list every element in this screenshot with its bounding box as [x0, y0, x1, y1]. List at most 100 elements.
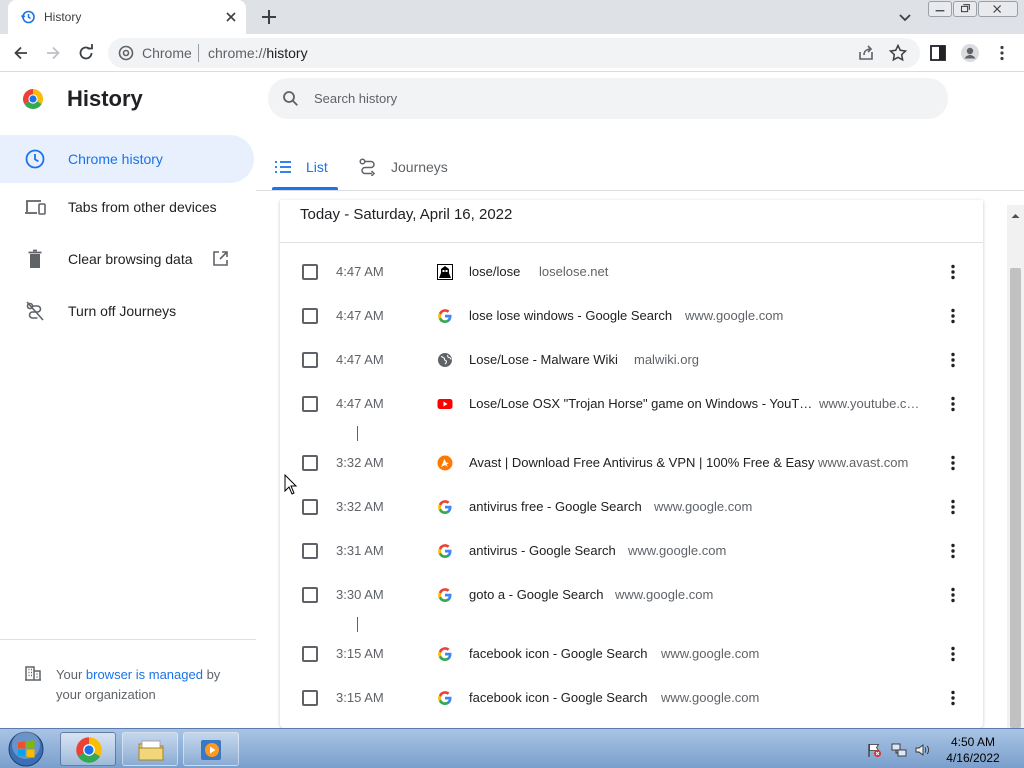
kebab-menu-icon[interactable] [992, 43, 1012, 63]
row-title[interactable]: Lose/Lose OSX "Trojan Horse" game on Win… [469, 396, 812, 411]
row-checkbox[interactable] [302, 690, 318, 706]
row-title[interactable]: goto a - Google Search [469, 587, 603, 602]
more-vert-icon[interactable] [944, 497, 962, 517]
sidebar-item-clear-browsing-data[interactable]: Clear browsing data [0, 235, 254, 283]
external-link-icon [213, 251, 228, 266]
history-row[interactable]: 3:15 AM facebook icon - Google Search ww… [280, 632, 983, 676]
row-domain: loselose.net [539, 264, 609, 279]
system-clock[interactable]: 4:50 AM 4/16/2022 [936, 734, 1010, 766]
row-checkbox[interactable] [302, 264, 318, 280]
history-row[interactable]: 3:15 AM facebook icon - Google Search ww… [280, 676, 983, 720]
history-row[interactable]: 4:47 AM lose/lose loselose.net [280, 250, 983, 294]
history-card: Today - Saturday, April 16, 2022 4:47 AM… [280, 200, 983, 728]
omnibox-separator [198, 44, 199, 62]
restore-button[interactable] [953, 1, 977, 17]
more-vert-icon[interactable] [944, 644, 962, 664]
managed-link[interactable]: browser is managed [86, 667, 203, 682]
url-text[interactable]: chrome://history [208, 45, 308, 61]
search-history-bar[interactable] [268, 78, 948, 119]
sidebar-item-label: Clear browsing data [68, 251, 193, 267]
row-checkbox[interactable] [302, 587, 318, 603]
history-row[interactable]: 4:47 AM Lose/Lose - Malware Wiki malwiki… [280, 338, 983, 382]
sidebar-item-label: Turn off Journeys [68, 303, 177, 319]
row-checkbox[interactable] [302, 646, 318, 662]
more-vert-icon[interactable] [944, 541, 962, 561]
action-center-flag-icon[interactable] [866, 742, 882, 758]
row-time: 4:47 AM [336, 264, 384, 279]
more-vert-icon[interactable] [944, 585, 962, 605]
sidebar-item-tabs-from-other-devices[interactable]: Tabs from other devices [0, 183, 254, 231]
share-icon[interactable] [856, 43, 876, 63]
close-icon[interactable] [222, 8, 240, 26]
devices-icon [25, 200, 46, 215]
row-title[interactable]: Lose/Lose - Malware Wiki [469, 352, 618, 367]
tab-list[interactable]: List [274, 150, 342, 190]
history-row[interactable]: 4:47 AM Lose/Lose OSX "Trojan Horse" gam… [280, 382, 983, 426]
row-title[interactable]: Avast | Download Free Antivirus & VPN | … [469, 455, 814, 470]
taskbar-media-player-button[interactable] [183, 732, 239, 766]
chevron-down-icon[interactable] [896, 8, 914, 26]
row-title[interactable]: lose/lose [469, 264, 520, 279]
history-row[interactable]: 3:32 AM antivirus free - Google Search w… [280, 485, 983, 529]
minimize-button[interactable] [928, 1, 952, 17]
more-vert-icon[interactable] [944, 453, 962, 473]
row-title[interactable]: antivirus - Google Search [469, 543, 616, 558]
row-checkbox[interactable] [302, 499, 318, 515]
row-checkbox[interactable] [302, 352, 318, 368]
row-title[interactable]: facebook icon - Google Search [469, 646, 648, 661]
managed-notice: Your browser is managed by your organiza… [56, 665, 246, 705]
folder-icon [138, 740, 164, 761]
row-time: 4:47 AM [336, 308, 384, 323]
clock-time: 4:50 AM [950, 735, 996, 749]
scroll-up-arrow-icon[interactable] [1007, 207, 1024, 224]
history-row[interactable]: 3:31 AM antivirus - Google Search www.go… [280, 529, 983, 573]
speaker-volume-icon[interactable] [914, 742, 930, 758]
search-icon [283, 91, 298, 106]
row-checkbox[interactable] [302, 308, 318, 324]
back-arrow-icon[interactable] [11, 43, 31, 63]
history-row[interactable]: 3:32 AM Avast | Download Free Antivirus … [280, 441, 983, 485]
side-panel-icon[interactable] [928, 43, 948, 63]
history-row[interactable]: 3:30 AM goto a - Google Search www.googl… [280, 573, 983, 617]
browser-tab-history[interactable]: History [8, 0, 246, 34]
clock-date: 4/16/2022 [946, 751, 1000, 765]
row-time: 3:31 AM [336, 543, 384, 558]
forward-arrow-icon[interactable] [43, 43, 63, 63]
star-bookmark-icon[interactable] [888, 43, 908, 63]
new-tab-plus-icon[interactable] [258, 6, 280, 28]
taskbar-chrome-button[interactable] [60, 732, 116, 766]
reload-icon[interactable] [76, 43, 96, 63]
date-header: Today - Saturday, April 16, 2022 [300, 206, 513, 223]
url-path: history [266, 45, 308, 61]
row-checkbox[interactable] [302, 396, 318, 412]
network-icon[interactable] [891, 742, 907, 758]
more-vert-icon[interactable] [944, 306, 962, 326]
scrollbar-thumb[interactable] [1010, 268, 1021, 728]
taskbar-explorer-button[interactable] [122, 732, 178, 766]
tab-journeys[interactable]: Journeys [359, 150, 459, 190]
row-domain: www.google.com [615, 587, 714, 602]
row-time: 3:15 AM [336, 690, 384, 705]
sidebar-item-chrome-history[interactable]: Chrome history [0, 135, 254, 183]
profile-avatar-icon[interactable] [960, 43, 980, 63]
more-vert-icon[interactable] [944, 350, 962, 370]
google-favicon-icon [438, 691, 452, 706]
more-vert-icon[interactable] [944, 262, 962, 282]
address-bar[interactable]: Chrome chrome://history [108, 38, 920, 68]
more-vert-icon[interactable] [944, 688, 962, 708]
row-title[interactable]: lose lose windows - Google Search [469, 308, 672, 323]
sidebar-item-turn-off-journeys[interactable]: Turn off Journeys [0, 287, 254, 335]
more-vert-icon[interactable] [944, 394, 962, 414]
row-title[interactable]: facebook icon - Google Search [469, 690, 648, 705]
row-checkbox[interactable] [302, 455, 318, 471]
search-history-input[interactable] [314, 88, 914, 108]
row-title[interactable]: antivirus free - Google Search [469, 499, 642, 514]
windows-start-icon[interactable] [4, 730, 48, 768]
building-icon [25, 666, 41, 681]
row-checkbox[interactable] [302, 543, 318, 559]
row-time: 4:47 AM [336, 352, 384, 367]
sidebar-divider [0, 639, 256, 640]
window-close-button[interactable] [978, 1, 1018, 17]
history-row[interactable]: 4:47 AM lose lose windows - Google Searc… [280, 294, 983, 338]
row-domain: www.avast.com [818, 455, 909, 470]
